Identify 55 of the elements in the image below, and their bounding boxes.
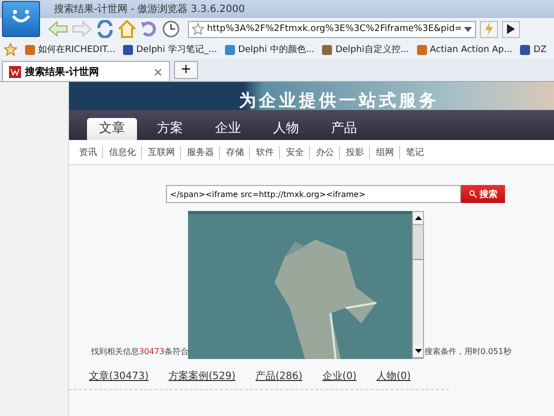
banner-slogan: 为企业提供一站式服务 [239, 92, 439, 110]
result-category-link[interactable]: 人物(0) [376, 369, 411, 383]
category-link[interactable]: 办公 [309, 146, 334, 158]
search-icon [468, 190, 476, 198]
nav-tab[interactable]: 方案 [145, 118, 195, 140]
search-field[interactable]: </span><iframe src=http://tmxk.org><iframe> [166, 185, 461, 203]
scroll-up-icon[interactable] [414, 216, 422, 220]
search-button[interactable]: 搜索 [461, 185, 505, 203]
site-favicon-icon [9, 66, 21, 78]
result-count-text: 找到相关信息30473条符合 [91, 346, 188, 357]
result-category-link[interactable]: 方案案例(529) [168, 369, 236, 383]
nav-tab[interactable]: 产品 [319, 118, 369, 140]
back-icon[interactable] [48, 21, 68, 37]
favorites-star-icon[interactable] [4, 43, 17, 56]
window-title: 搜索结果-计世网 - 傲游浏览器 3.3.6.2000 [54, 2, 245, 16]
clock-icon[interactable] [162, 20, 180, 38]
bookmark-item[interactable]: Delphi自定义控... [322, 43, 409, 56]
category-link[interactable]: 信息化 [102, 146, 136, 158]
play-icon [507, 24, 515, 34]
category-link[interactable]: 资讯 [79, 146, 97, 158]
close-tab-button[interactable]: × [152, 64, 163, 78]
scrollbar[interactable] [412, 211, 424, 359]
scrollbar-thumb[interactable] [413, 225, 424, 260]
category-link[interactable]: 互联网 [141, 146, 175, 158]
forward-icon[interactable] [72, 21, 92, 37]
result-category-link[interactable]: 企业(0) [322, 369, 357, 383]
nav-tab[interactable]: 企业 [203, 118, 253, 140]
star-icon[interactable] [192, 23, 204, 35]
home-icon[interactable] [118, 20, 136, 38]
category-link[interactable]: 投影 [339, 146, 364, 158]
category-link[interactable]: 笔记 [399, 146, 424, 158]
browser-logo-icon [2, 1, 40, 37]
go-button[interactable] [502, 20, 520, 38]
result-category-link[interactable]: 产品(286) [256, 369, 302, 383]
new-tab-button[interactable]: + [174, 61, 198, 79]
nav-tab[interactable]: 人物 [261, 118, 311, 140]
bookmark-item[interactable]: Delphi 中的颜色... [225, 43, 314, 56]
browser-tab[interactable]: 搜索结果-计世网 × [2, 61, 170, 81]
result-category-link[interactable]: 文章(30473) [89, 369, 149, 383]
address-field[interactable]: http%3A%2F%2Ftmxk.org%3E%3C%2Fiframe%3E&pid= [188, 20, 476, 38]
category-link[interactable]: 服务器 [180, 146, 214, 158]
result-time-text: 搜索条件，用时0.051秒 [424, 346, 512, 357]
bookmark-item[interactable]: 如何在RICHEDIT... [25, 43, 116, 56]
nav-tab[interactable]: 文章 [87, 118, 137, 140]
category-link[interactable]: 安全 [279, 146, 304, 158]
category-link[interactable]: 软件 [249, 146, 274, 158]
dropdown-icon[interactable] [464, 26, 472, 32]
category-link[interactable]: 组网 [369, 146, 394, 158]
bookmark-item[interactable]: Delphi 学习笔记_... [123, 43, 218, 56]
refresh-icon[interactable] [96, 20, 114, 38]
category-link[interactable]: 存储 [219, 146, 244, 158]
bolt-icon [484, 22, 494, 36]
scroll-down-icon[interactable] [414, 349, 422, 353]
bookmark-item[interactable]: DZ [520, 44, 547, 54]
bookmark-item[interactable]: Actian Action Ap... [416, 44, 512, 54]
